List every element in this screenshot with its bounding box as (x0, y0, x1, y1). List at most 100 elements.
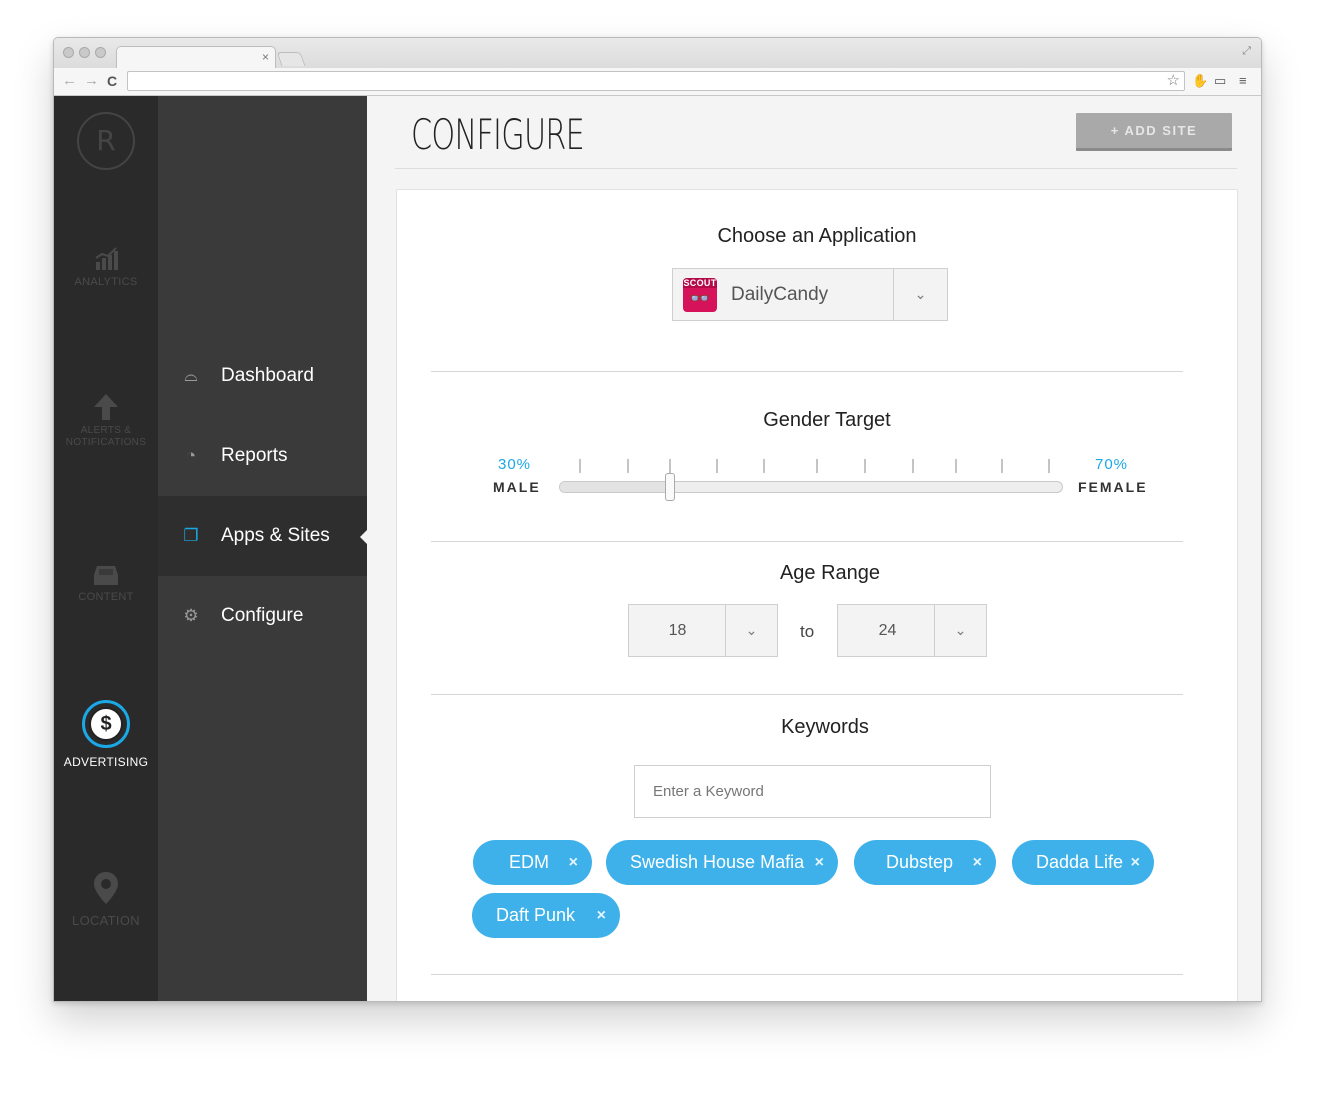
section-divider (431, 541, 1183, 542)
section-divider (431, 974, 1183, 975)
age-from-select[interactable]: 18 ⌄ (628, 604, 778, 657)
gear-icon: ⚙ (183, 606, 199, 625)
bar-chart-icon (95, 247, 118, 270)
remove-tag-icon[interactable]: × (569, 840, 578, 885)
slider-tick (669, 459, 671, 473)
extension-icon[interactable]: ✋ (1192, 73, 1208, 89)
keywords-title: Keywords (781, 716, 869, 738)
slider-tick (716, 459, 718, 473)
subnav-item-configure[interactable]: ⚙ Configure (158, 576, 367, 656)
subnav-item-apps-sites[interactable]: ❐ Apps & Sites (158, 496, 367, 576)
chevron-down-icon[interactable]: ⌄ (934, 605, 986, 656)
subnav-label: Configure (221, 605, 304, 626)
keyword-tag: Swedish House Mafia × (606, 840, 838, 885)
inbox-icon (94, 566, 118, 585)
gender-slider-fill (560, 482, 671, 492)
gender-title: Gender Target (763, 409, 891, 431)
gender-slider-thumb[interactable] (664, 473, 675, 501)
slider-tick (1048, 459, 1050, 473)
male-label: MALE (493, 479, 541, 495)
minimize-window-button[interactable] (79, 47, 90, 58)
dashboard-icon: ⌓ (184, 366, 198, 385)
rail-item-analytics[interactable]: ANALYTICS (54, 246, 158, 288)
keyword-tag-label: Dadda Life (1036, 852, 1124, 872)
app-area: R ANALYTICS ALERTS & NOTIFICATIONS CONTE… (54, 96, 1261, 1001)
age-to-select[interactable]: 24 ⌄ (837, 604, 987, 657)
icon-rail: R ANALYTICS ALERTS & NOTIFICATIONS CONTE… (54, 96, 158, 1001)
tab-close-icon[interactable]: × (262, 50, 269, 64)
advertising-ring: $ (82, 700, 130, 748)
tab-bar: × ⤢ (54, 38, 1261, 68)
keyword-tag: Dubstep × (854, 840, 996, 885)
remove-tag-icon[interactable]: × (597, 893, 606, 938)
subnav-item-dashboard[interactable]: ⌓ Dashboard (158, 336, 367, 416)
keyword-tag: Dadda Life × (1012, 840, 1154, 885)
gender-slider-track[interactable] (559, 481, 1063, 493)
subnav-label: Dashboard (221, 365, 314, 386)
keyword-tag: EDM × (473, 840, 592, 885)
keyword-tag: Daft Punk × (472, 893, 620, 938)
bookmark-star-icon[interactable]: ☆ (1167, 72, 1180, 90)
arrow-up-icon (94, 394, 118, 420)
rail-item-alerts[interactable]: ALERTS & NOTIFICATIONS (54, 393, 158, 449)
chevron-down-icon[interactable]: ⌄ (893, 269, 947, 320)
subnav-label: Apps & Sites (221, 525, 330, 546)
slider-tick (579, 459, 581, 473)
reload-icon[interactable]: C (107, 72, 117, 90)
menu-icon[interactable]: ≡ (1239, 73, 1247, 89)
rail-label: CONTENT (78, 591, 134, 603)
remove-tag-icon[interactable]: × (815, 840, 824, 885)
application-title: Choose an Application (717, 225, 917, 247)
slider-tick (912, 459, 914, 473)
slider-tick (816, 459, 818, 473)
age-to-label: to (800, 622, 815, 641)
slider-tick (955, 459, 957, 473)
keyword-tag-label: Dubstep (886, 852, 954, 872)
male-percent: 30% (498, 456, 532, 473)
female-label: FEMALE (1078, 479, 1148, 495)
configure-card: Choose an Application SCOUT 👓 DailyCandy… (396, 189, 1238, 1001)
rail-label: LOCATION (72, 913, 140, 928)
rail-item-content[interactable]: CONTENT (54, 563, 158, 603)
age-range-title: Age Range (779, 562, 881, 584)
female-percent: 70% (1095, 456, 1129, 473)
rail-label: ADVERTISING (63, 755, 149, 769)
slider-tick (864, 459, 866, 473)
close-window-button[interactable] (63, 47, 74, 58)
keyword-input[interactable] (634, 765, 991, 818)
rail-item-advertising[interactable]: $ ADVERTISING (54, 700, 158, 768)
rail-label: ALERTS & NOTIFICATIONS (65, 425, 147, 448)
subnav-item-reports[interactable]: ◔ Reports (158, 416, 367, 496)
new-tab-button[interactable] (276, 52, 306, 66)
age-to-value: 24 (878, 622, 897, 639)
windows-icon: ❐ (183, 526, 199, 545)
browser-tab[interactable]: × (116, 46, 276, 68)
slider-tick (1001, 459, 1003, 473)
section-divider (431, 694, 1183, 695)
slider-tick (627, 459, 629, 473)
browser-toolbar: ← → C ☆ ✋ ▭ ≡ (54, 68, 1261, 96)
rail-item-location[interactable]: LOCATION (54, 871, 158, 927)
zoom-window-button[interactable] (95, 47, 106, 58)
rail-label: ANALYTICS (74, 276, 138, 288)
application-select[interactable]: SCOUT 👓 DailyCandy ⌄ (672, 268, 948, 321)
dollar-icon: $ (89, 707, 123, 741)
sub-navigation: ⌓ Dashboard ◔ Reports ❐ Apps & Sites ⚙ C… (158, 96, 367, 1001)
chevron-down-icon[interactable]: ⌄ (725, 605, 777, 656)
brand-logo-icon[interactable]: R (77, 112, 135, 170)
add-site-button[interactable]: + ADD SITE (1076, 113, 1232, 151)
remove-tag-icon[interactable]: × (973, 840, 982, 885)
back-icon[interactable]: ← (62, 72, 77, 90)
keyword-tag-label: Daft Punk (496, 905, 576, 925)
address-bar[interactable]: ☆ (127, 71, 1185, 91)
app-logo: SCOUT 👓 (683, 278, 717, 312)
forward-icon[interactable]: → (84, 72, 99, 90)
browser-window: × ⤢ ← → C ☆ ✋ ▭ ≡ R ANALYTICS ALERTS & N… (53, 37, 1262, 1002)
title-divider (395, 168, 1237, 169)
slider-tick (763, 459, 765, 473)
cast-icon[interactable]: ▭ (1214, 73, 1226, 89)
active-caret (360, 530, 367, 544)
window-controls (63, 47, 106, 58)
remove-tag-icon[interactable]: × (1131, 840, 1140, 885)
fullscreen-icon[interactable]: ⤢ (1242, 45, 1251, 58)
